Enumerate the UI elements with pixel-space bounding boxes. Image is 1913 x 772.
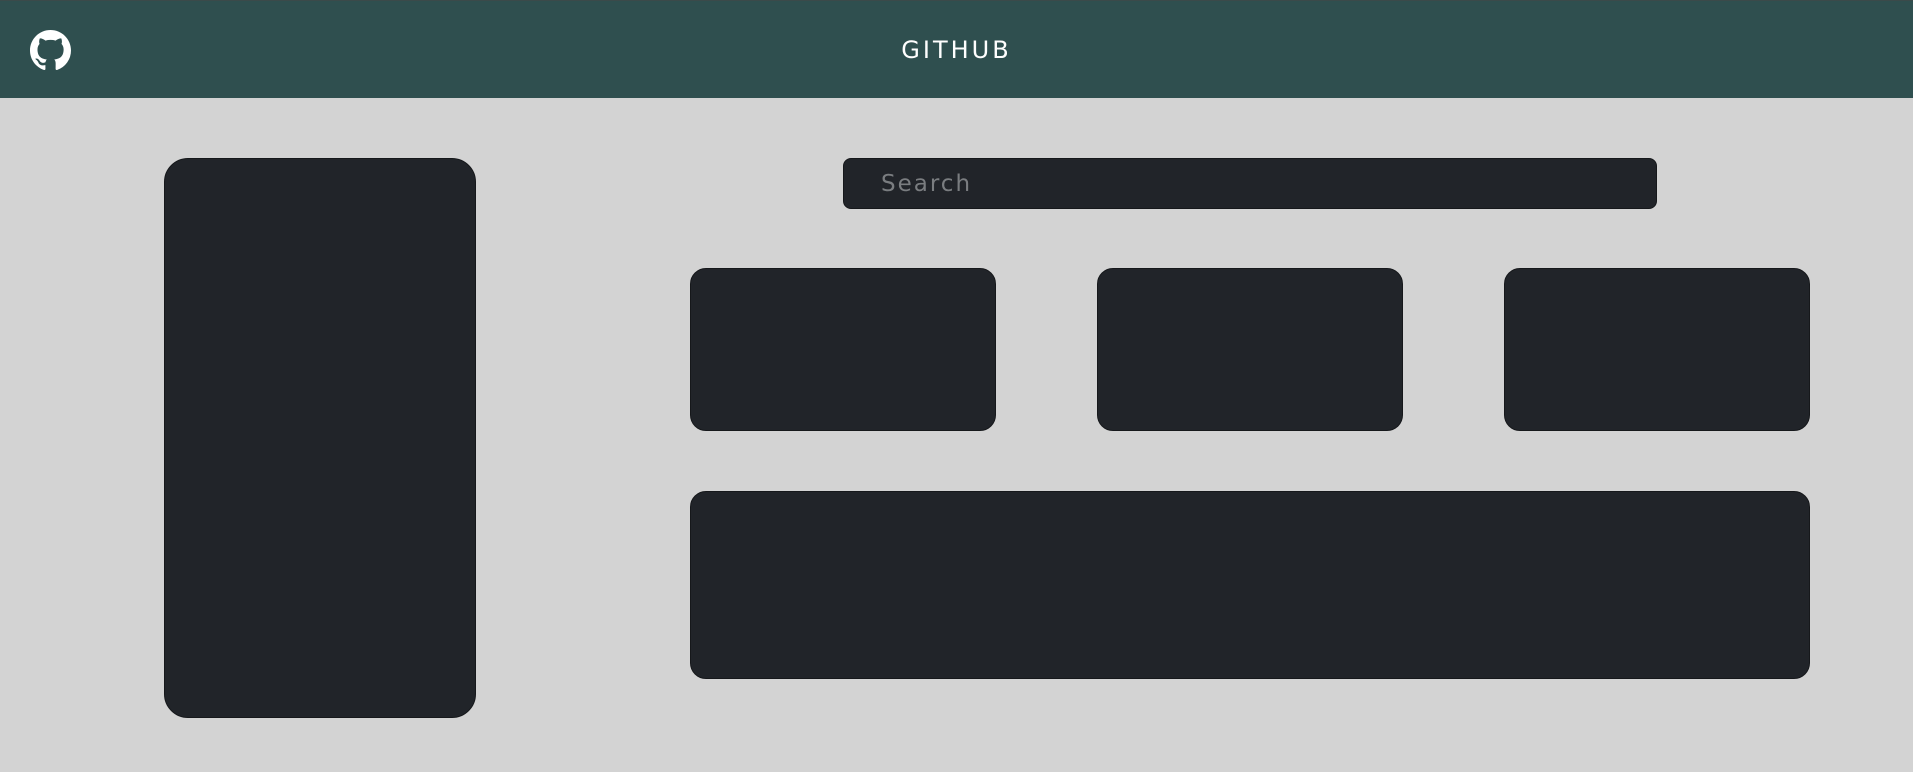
profile-card (164, 158, 476, 718)
repositories-panel (690, 491, 1810, 679)
app-header: GITHUB (0, 0, 1913, 98)
stat-card-2 (1097, 268, 1403, 431)
search-input[interactable] (843, 158, 1657, 209)
page-title: GITHUB (901, 36, 1012, 64)
stat-card-1 (690, 268, 996, 431)
stat-card-3 (1504, 268, 1810, 431)
